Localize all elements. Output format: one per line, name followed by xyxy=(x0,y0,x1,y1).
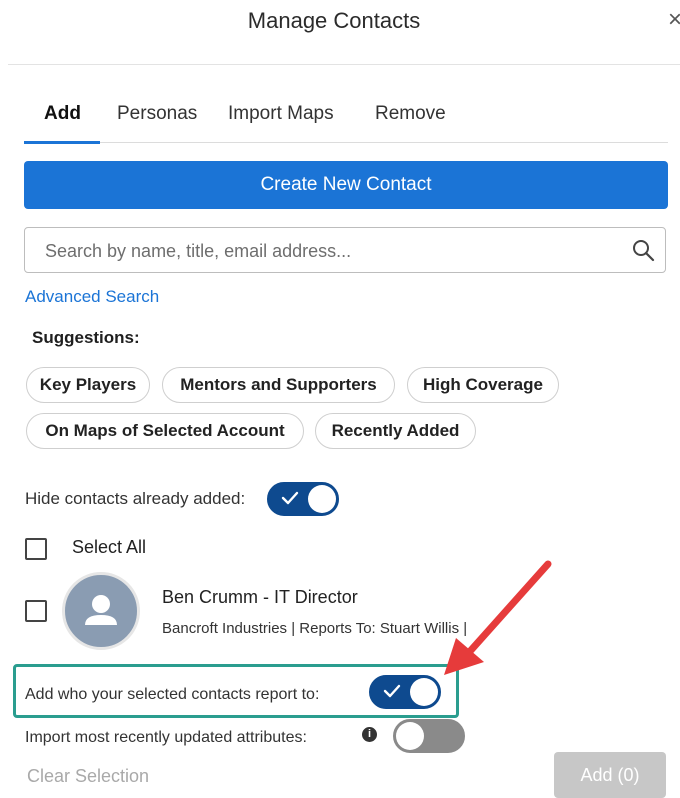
header-divider xyxy=(8,64,680,65)
tab-add[interactable]: Add xyxy=(44,103,81,125)
toggle-knob xyxy=(396,722,424,750)
search-input[interactable] xyxy=(43,228,617,274)
tab-personas[interactable]: Personas xyxy=(117,103,197,125)
tab-remove[interactable]: Remove xyxy=(375,103,446,125)
info-icon[interactable]: i xyxy=(362,727,377,742)
hide-added-label: Hide contacts already added: xyxy=(25,489,246,508)
active-tab-indicator xyxy=(24,141,100,144)
tab-import-maps[interactable]: Import Maps xyxy=(228,103,334,125)
dialog-title: Manage Contacts xyxy=(247,8,421,33)
suggestion-key-players[interactable]: Key Players xyxy=(26,367,150,403)
annotation-arrow-icon xyxy=(444,560,552,675)
check-icon xyxy=(281,491,299,505)
import-attributes-label: Import most recently updated attributes: xyxy=(25,729,307,746)
advanced-search-link[interactable]: Advanced Search xyxy=(25,287,159,307)
select-all-label: Select All xyxy=(72,537,147,557)
suggestion-high-coverage[interactable]: High Coverage xyxy=(407,367,559,403)
tab-bar: Add Personas Import Maps Remove xyxy=(24,98,668,144)
clear-selection-link[interactable]: Clear Selection xyxy=(27,766,149,787)
contact-checkbox[interactable] xyxy=(25,600,47,622)
suggestion-on-maps-selected-account[interactable]: On Maps of Selected Account xyxy=(26,413,304,449)
search-box xyxy=(24,227,666,274)
check-icon xyxy=(383,684,401,698)
import-attributes-toggle[interactable] xyxy=(393,719,465,753)
suggestion-recently-added[interactable]: Recently Added xyxy=(315,413,476,449)
hide-added-toggle[interactable] xyxy=(267,482,339,516)
add-button[interactable]: Add (0) xyxy=(554,752,666,798)
contact-name: Ben Crumm - IT Director xyxy=(162,587,358,607)
person-icon xyxy=(85,595,117,625)
select-all-checkbox[interactable] xyxy=(25,538,47,560)
close-icon[interactable]: × xyxy=(668,6,680,34)
search-icon[interactable] xyxy=(631,238,655,262)
avatar xyxy=(62,572,140,650)
toggle-knob xyxy=(308,485,336,513)
report-to-label: Add who your selected contacts report to… xyxy=(25,686,320,703)
suggestion-mentors-supporters[interactable]: Mentors and Supporters xyxy=(162,367,395,403)
suggestions-heading: Suggestions: xyxy=(32,328,140,347)
create-new-contact-button[interactable]: Create New Contact xyxy=(24,161,668,209)
